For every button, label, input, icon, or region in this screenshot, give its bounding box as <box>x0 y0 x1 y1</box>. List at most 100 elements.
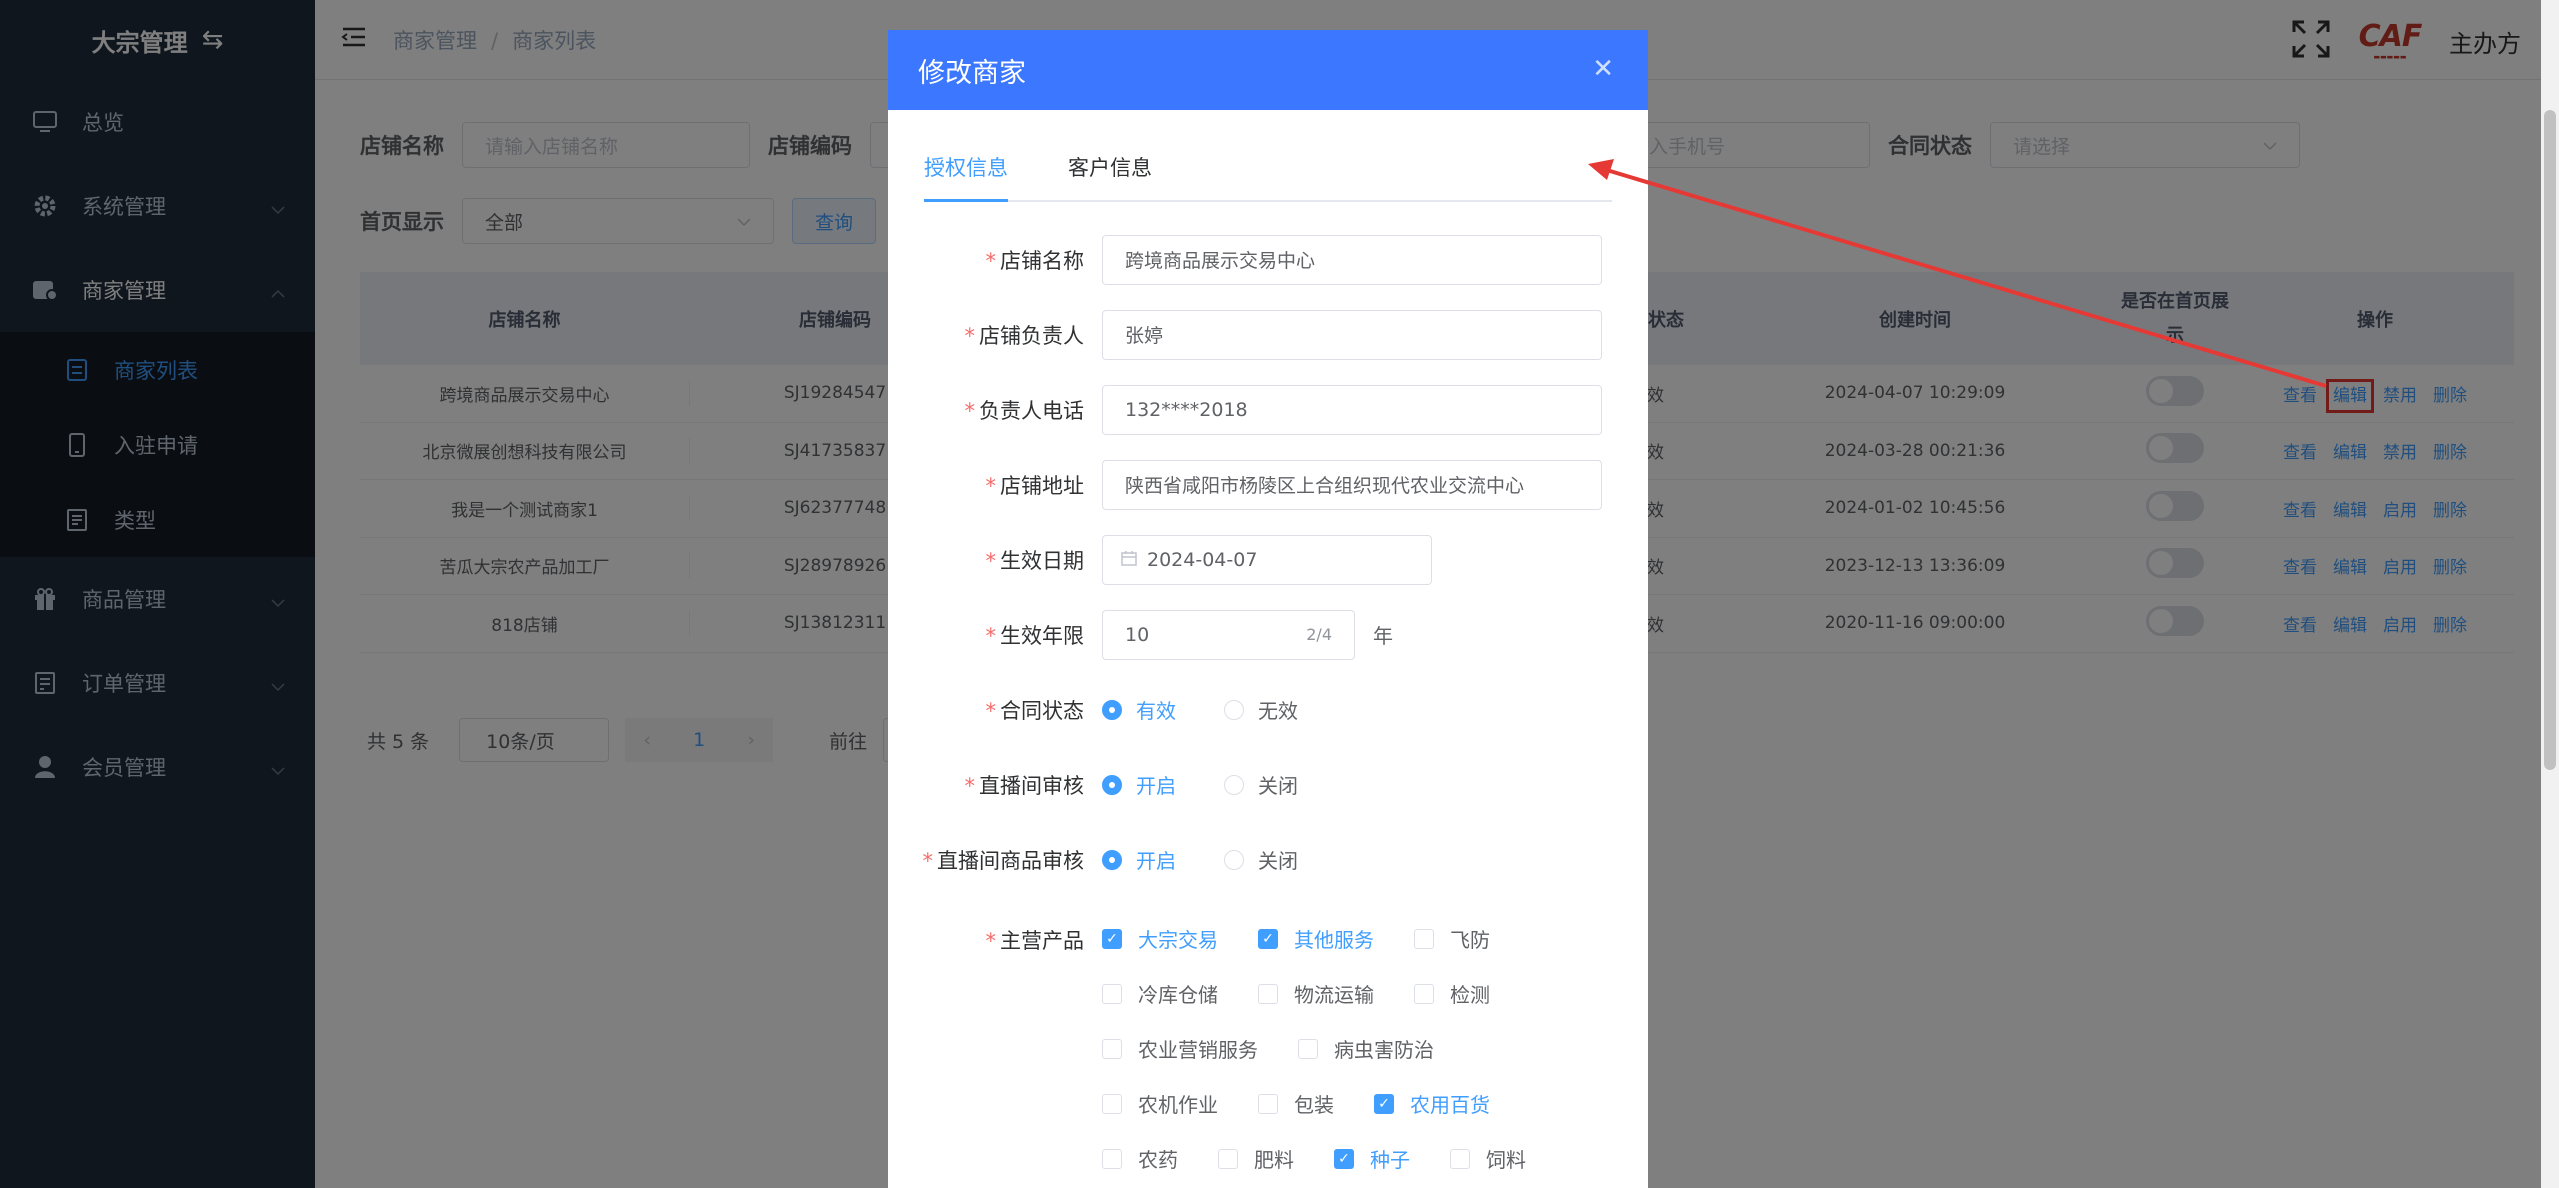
date-value: 2024-04-07 <box>1147 548 1258 571</box>
close-icon[interactable]: ✕ <box>1592 54 1614 84</box>
product-checkbox[interactable]: ✓ 种子 <box>1334 1144 1410 1173</box>
form-label: * 直播间审核 <box>964 773 1085 798</box>
radio-label: 有效 <box>1136 699 1176 723</box>
form-label: * 店铺名称 <box>985 248 1085 273</box>
contract-invalid-radio[interactable]: 无效 <box>1224 695 1298 724</box>
product-checkbox[interactable]: 冷库仓储 <box>1102 979 1218 1008</box>
manager-field[interactable]: 张婷 <box>1102 309 1602 360</box>
form-label: * 合同状态 <box>985 698 1085 723</box>
product-checkbox[interactable]: 农药 <box>1102 1144 1178 1173</box>
calendar-icon <box>1121 549 1137 571</box>
page-scrollbar[interactable] <box>2541 0 2559 1188</box>
checkbox-row: 农机作业 包装 ✓ 农用百货 <box>1102 1076 1566 1131</box>
live-review-off-radio[interactable]: 关闭 <box>1224 770 1298 799</box>
product-checkbox[interactable]: 病虫害防治 <box>1298 1034 1434 1063</box>
product-checkbox[interactable]: 农机作业 <box>1102 1089 1218 1118</box>
checkbox-box <box>1414 928 1434 949</box>
checkbox-box <box>1218 1148 1238 1169</box>
checkbox-label: 检测 <box>1450 983 1490 1007</box>
product-checkbox[interactable]: ✓ 农用百货 <box>1374 1089 1490 1118</box>
label-text: 合同状态 <box>1000 698 1084 723</box>
checkbox-row: ✓ 大宗交易 ✓ 其他服务 飞防 <box>1102 911 1566 966</box>
live-goods-off-radio[interactable]: 关闭 <box>1224 845 1298 874</box>
checkbox-label: 飞防 <box>1450 928 1490 952</box>
label-text: 直播间商品审核 <box>937 848 1084 873</box>
checkbox-box <box>1102 1093 1122 1114</box>
address-field[interactable]: 陕西省咸阳市杨陵区上合组织现代农业交流中心 <box>1102 459 1602 510</box>
form-label: * 生效日期 <box>985 548 1085 573</box>
dialog-header: 修改商家 ✕ <box>888 30 1648 110</box>
checkmark-icon: ✓ <box>1334 1148 1354 1169</box>
checkmark-icon: ✓ <box>1258 928 1278 949</box>
checkbox-label: 农用百货 <box>1410 1093 1490 1117</box>
label-text: 直播间审核 <box>979 773 1084 798</box>
checkbox-label: 农药 <box>1138 1148 1178 1172</box>
years-field[interactable]: 10 2/4 <box>1102 609 1355 660</box>
checkbox-box <box>1414 983 1434 1004</box>
label-text: 主营产品 <box>1000 929 1084 953</box>
checkbox-box <box>1258 1093 1278 1114</box>
live-goods-on-radio[interactable]: 开启 <box>1102 845 1176 874</box>
product-checkbox[interactable]: 农业营销服务 <box>1102 1034 1258 1063</box>
form-label: * 店铺负责人 <box>964 323 1085 348</box>
dialog-title: 修改商家 <box>918 57 1026 89</box>
checkbox-label: 肥料 <box>1254 1148 1294 1172</box>
checkbox-label: 物流运输 <box>1294 983 1374 1007</box>
radio-label: 关闭 <box>1258 774 1298 798</box>
form-label: * 主营产品 <box>985 929 1085 953</box>
checkbox-box <box>1298 1038 1318 1059</box>
product-checkbox[interactable]: ✓ 其他服务 <box>1258 924 1374 953</box>
label-text: 店铺负责人 <box>979 323 1084 348</box>
product-checkbox[interactable]: ✓ 大宗交易 <box>1102 924 1218 953</box>
radio-label: 关闭 <box>1258 849 1298 873</box>
label-text: 店铺名称 <box>1000 248 1084 273</box>
product-checkbox[interactable]: 飞防 <box>1414 924 1490 953</box>
live-review-on-radio[interactable]: 开启 <box>1102 770 1176 799</box>
edit-merchant-dialog: 修改商家 ✕ 授权信息 客户信息 * 店铺名称 跨境商品展示交易中心 * 店铺负责人… <box>888 30 1648 1188</box>
years-unit: 年 <box>1373 624 1393 648</box>
merchant-form: * 店铺名称 跨境商品展示交易中心 * 店铺负责人 张婷 * 负责人电话 132***… <box>888 222 1648 1186</box>
phone-field[interactable]: 132****2018 <box>1102 384 1602 435</box>
checkbox-label: 包装 <box>1294 1093 1334 1117</box>
radio-label: 开启 <box>1136 774 1176 798</box>
form-label: * 店铺地址 <box>985 473 1085 498</box>
checkbox-row: 冷库仓储 物流运输 检测 <box>1102 966 1566 1021</box>
product-checkbox[interactable]: 饲料 <box>1450 1144 1526 1173</box>
checkbox-box <box>1102 983 1122 1004</box>
checkbox-label: 种子 <box>1370 1148 1410 1172</box>
form-label: * 生效年限 <box>985 623 1085 648</box>
checkmark-icon: ✓ <box>1102 928 1122 949</box>
checkbox-label: 病虫害防治 <box>1334 1038 1434 1062</box>
tab-customer-info[interactable]: 客户信息 <box>1068 152 1152 202</box>
checkbox-label: 农机作业 <box>1138 1093 1218 1117</box>
checkbox-box <box>1450 1148 1470 1169</box>
shop-name-field[interactable]: 跨境商品展示交易中心 <box>1102 234 1602 285</box>
form-label: * 负责人电话 <box>964 398 1085 423</box>
checkbox-box <box>1258 983 1278 1004</box>
date-picker[interactable]: 2024-04-07 <box>1102 534 1432 585</box>
dialog-tabs: 授权信息 客户信息 <box>924 152 1612 202</box>
product-checkbox-group: ✓ 大宗交易 ✓ 其他服务 飞防冷库仓储 物流运输 检测农业营销服务 病虫害防治农机作业 包装 ✓… <box>1102 911 1566 1186</box>
product-checkbox[interactable]: 包装 <box>1258 1089 1334 1118</box>
checkbox-label: 冷库仓储 <box>1138 983 1218 1007</box>
radio-label: 开启 <box>1136 849 1176 873</box>
product-checkbox[interactable]: 物流运输 <box>1258 979 1374 1008</box>
checkbox-box <box>1102 1148 1122 1169</box>
product-checkbox[interactable]: 检测 <box>1414 979 1490 1008</box>
label-text: 负责人电话 <box>979 398 1084 423</box>
checkbox-label: 农业营销服务 <box>1138 1038 1258 1062</box>
product-checkbox[interactable]: 肥料 <box>1218 1144 1294 1173</box>
radio-label: 无效 <box>1258 699 1298 723</box>
label-text: 店铺地址 <box>1000 473 1084 498</box>
scrollbar-thumb[interactable] <box>2544 110 2556 770</box>
tab-auth-info[interactable]: 授权信息 <box>924 152 1008 202</box>
years-value: 10 <box>1125 623 1150 646</box>
checkbox-label: 大宗交易 <box>1138 928 1218 952</box>
label-text: 生效日期 <box>1000 548 1084 573</box>
checkbox-row: 农药 肥料 ✓ 种子 饲料 <box>1102 1131 1566 1186</box>
contract-valid-radio[interactable]: 有效 <box>1102 695 1176 724</box>
checkbox-row: 农业营销服务 病虫害防治 <box>1102 1021 1566 1076</box>
checkbox-label: 饲料 <box>1486 1148 1526 1172</box>
checkbox-box <box>1102 1038 1122 1059</box>
label-text: 生效年限 <box>1000 623 1084 648</box>
